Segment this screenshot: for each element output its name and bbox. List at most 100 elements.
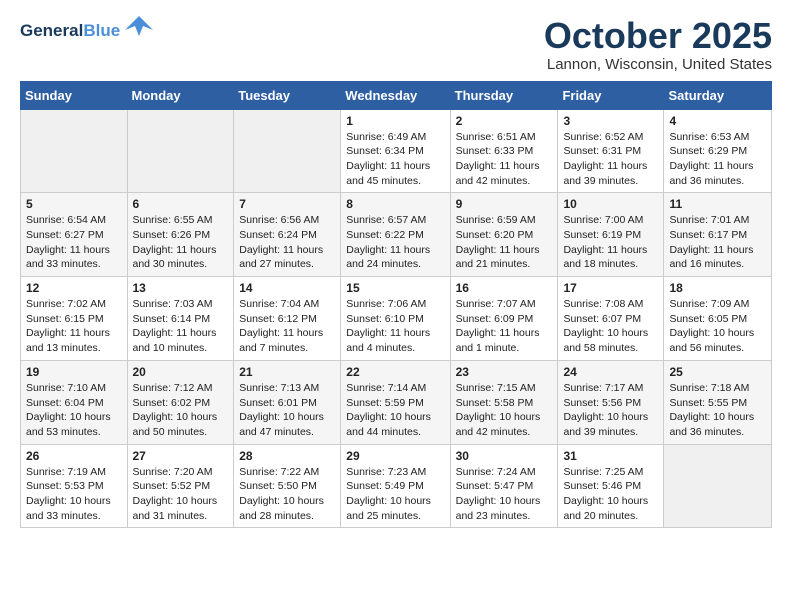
logo-bird-icon [125, 12, 153, 45]
day-number: 29 [346, 449, 444, 463]
day-number: 24 [563, 365, 658, 379]
logo-general: General [20, 21, 83, 40]
day-number: 19 [26, 365, 122, 379]
calendar-cell: 31 Sunrise: 7:25 AM Sunset: 5:46 PM Dayli… [558, 444, 664, 528]
day-number: 8 [346, 197, 444, 211]
day-number: 13 [133, 281, 229, 295]
page-container: GeneralBlue October 2025 Lannon, Wiscons… [0, 0, 792, 538]
day-info: Sunrise: 7:08 AM Sunset: 6:07 PM Dayligh… [563, 297, 658, 356]
col-wednesday: Wednesday [341, 81, 450, 109]
calendar-cell: 10 Sunrise: 7:00 AM Sunset: 6:19 PM Dayli… [558, 193, 664, 277]
calendar-cell: 6 Sunrise: 6:55 AM Sunset: 6:26 PM Daylig… [127, 193, 234, 277]
day-info: Sunrise: 6:51 AM Sunset: 6:33 PM Dayligh… [456, 130, 553, 189]
day-number: 23 [456, 365, 553, 379]
calendar-cell [21, 109, 128, 193]
day-number: 5 [26, 197, 122, 211]
day-number: 9 [456, 197, 553, 211]
day-number: 12 [26, 281, 122, 295]
calendar-cell [234, 109, 341, 193]
calendar-cell: 16Sunrise: 7:07 AM Sunset: 6:09 PM Dayli… [450, 277, 558, 361]
calendar-cell: 3 Sunrise: 6:52 AM Sunset: 6:31 PM Daylig… [558, 109, 664, 193]
calendar-cell [127, 109, 234, 193]
day-info: Sunrise: 7:00 AM Sunset: 6:19 PM Dayligh… [563, 213, 658, 272]
col-sunday: Sunday [21, 81, 128, 109]
calendar-week-3: 12 Sunrise: 7:02 AM Sunset: 6:15 PM Dayli… [21, 277, 772, 361]
header-row: Sunday Monday Tuesday Wednesday Thursday… [21, 81, 772, 109]
day-info: Sunrise: 7:22 AM Sunset: 5:50 PM Dayligh… [239, 465, 335, 524]
day-number: 2 [456, 114, 553, 128]
month-title: October 2025 [544, 16, 772, 56]
calendar-week-5: 26 Sunrise: 7:19 AM Sunset: 5:53 PM Dayli… [21, 444, 772, 528]
calendar-cell: 5 Sunrise: 6:54 AM Sunset: 6:27 PM Daylig… [21, 193, 128, 277]
calendar-cell: 4Sunrise: 6:53 AM Sunset: 6:29 PM Daylig… [664, 109, 772, 193]
logo: GeneralBlue [20, 16, 153, 45]
col-monday: Monday [127, 81, 234, 109]
calendar-cell: 27Sunrise: 7:20 AM Sunset: 5:52 PM Dayli… [127, 444, 234, 528]
calendar-cell: 7 Sunrise: 6:56 AM Sunset: 6:24 PM Daylig… [234, 193, 341, 277]
calendar-cell: 23 Sunrise: 7:15 AM Sunset: 5:58 PM Dayli… [450, 360, 558, 444]
day-info: Sunrise: 6:53 AM Sunset: 6:29 PM Dayligh… [669, 130, 766, 189]
day-info: Sunrise: 6:57 AM Sunset: 6:22 PM Dayligh… [346, 213, 444, 272]
calendar-week-2: 5 Sunrise: 6:54 AM Sunset: 6:27 PM Daylig… [21, 193, 772, 277]
calendar-cell: 25Sunrise: 7:18 AM Sunset: 5:55 PM Dayli… [664, 360, 772, 444]
day-number: 25 [669, 365, 766, 379]
day-info: Sunrise: 7:01 AM Sunset: 6:17 PM Dayligh… [669, 213, 766, 272]
day-number: 18 [669, 281, 766, 295]
calendar-cell: 30Sunrise: 7:24 AM Sunset: 5:47 PM Dayli… [450, 444, 558, 528]
calendar-cell: 13Sunrise: 7:03 AM Sunset: 6:14 PM Dayli… [127, 277, 234, 361]
day-info: Sunrise: 7:12 AM Sunset: 6:02 PM Dayligh… [133, 381, 229, 440]
calendar-week-1: 1 Sunrise: 6:49 AM Sunset: 6:34 PM Daylig… [21, 109, 772, 193]
day-info: Sunrise: 6:49 AM Sunset: 6:34 PM Dayligh… [346, 130, 444, 189]
col-saturday: Saturday [664, 81, 772, 109]
day-number: 22 [346, 365, 444, 379]
calendar-cell: 19 Sunrise: 7:10 AM Sunset: 6:04 PM Dayli… [21, 360, 128, 444]
day-info: Sunrise: 7:17 AM Sunset: 5:56 PM Dayligh… [563, 381, 658, 440]
day-info: Sunrise: 7:04 AM Sunset: 6:12 PM Dayligh… [239, 297, 335, 356]
day-info: Sunrise: 7:13 AM Sunset: 6:01 PM Dayligh… [239, 381, 335, 440]
calendar-cell: 17Sunrise: 7:08 AM Sunset: 6:07 PM Dayli… [558, 277, 664, 361]
day-number: 14 [239, 281, 335, 295]
calendar-cell: 29Sunrise: 7:23 AM Sunset: 5:49 PM Dayli… [341, 444, 450, 528]
day-number: 11 [669, 197, 766, 211]
day-number: 26 [26, 449, 122, 463]
day-info: Sunrise: 7:02 AM Sunset: 6:15 PM Dayligh… [26, 297, 122, 356]
calendar-cell: 22 Sunrise: 7:14 AM Sunset: 5:59 PM Dayli… [341, 360, 450, 444]
day-info: Sunrise: 7:09 AM Sunset: 6:05 PM Dayligh… [669, 297, 766, 356]
day-number: 1 [346, 114, 444, 128]
day-info: Sunrise: 6:55 AM Sunset: 6:26 PM Dayligh… [133, 213, 229, 272]
day-info: Sunrise: 7:19 AM Sunset: 5:53 PM Dayligh… [26, 465, 122, 524]
title-area: October 2025 Lannon, Wisconsin, United S… [544, 16, 772, 73]
header: GeneralBlue October 2025 Lannon, Wiscons… [20, 16, 772, 73]
calendar-cell: 26 Sunrise: 7:19 AM Sunset: 5:53 PM Dayli… [21, 444, 128, 528]
calendar-cell: 2 Sunrise: 6:51 AM Sunset: 6:33 PM Daylig… [450, 109, 558, 193]
col-tuesday: Tuesday [234, 81, 341, 109]
day-number: 21 [239, 365, 335, 379]
day-info: Sunrise: 6:56 AM Sunset: 6:24 PM Dayligh… [239, 213, 335, 272]
day-number: 16 [456, 281, 553, 295]
calendar-table: Sunday Monday Tuesday Wednesday Thursday… [20, 81, 772, 529]
calendar-week-4: 19 Sunrise: 7:10 AM Sunset: 6:04 PM Dayli… [21, 360, 772, 444]
day-number: 10 [563, 197, 658, 211]
day-number: 31 [563, 449, 658, 463]
day-number: 7 [239, 197, 335, 211]
day-info: Sunrise: 7:10 AM Sunset: 6:04 PM Dayligh… [26, 381, 122, 440]
calendar-cell: 12 Sunrise: 7:02 AM Sunset: 6:15 PM Dayli… [21, 277, 128, 361]
day-number: 6 [133, 197, 229, 211]
day-info: Sunrise: 7:20 AM Sunset: 5:52 PM Dayligh… [133, 465, 229, 524]
calendar-cell: 24 Sunrise: 7:17 AM Sunset: 5:56 PM Dayli… [558, 360, 664, 444]
day-number: 30 [456, 449, 553, 463]
calendar-cell: 8 Sunrise: 6:57 AM Sunset: 6:22 PM Daylig… [341, 193, 450, 277]
calendar-cell: 9Sunrise: 6:59 AM Sunset: 6:20 PM Daylig… [450, 193, 558, 277]
day-info: Sunrise: 7:25 AM Sunset: 5:46 PM Dayligh… [563, 465, 658, 524]
calendar-cell [664, 444, 772, 528]
day-number: 3 [563, 114, 658, 128]
day-number: 20 [133, 365, 229, 379]
logo-blue-text: Blue [83, 21, 120, 40]
col-thursday: Thursday [450, 81, 558, 109]
day-info: Sunrise: 6:54 AM Sunset: 6:27 PM Dayligh… [26, 213, 122, 272]
calendar-cell: 15Sunrise: 7:06 AM Sunset: 6:10 PM Dayli… [341, 277, 450, 361]
day-info: Sunrise: 7:14 AM Sunset: 5:59 PM Dayligh… [346, 381, 444, 440]
day-info: Sunrise: 7:15 AM Sunset: 5:58 PM Dayligh… [456, 381, 553, 440]
day-info: Sunrise: 6:52 AM Sunset: 6:31 PM Dayligh… [563, 130, 658, 189]
day-number: 15 [346, 281, 444, 295]
